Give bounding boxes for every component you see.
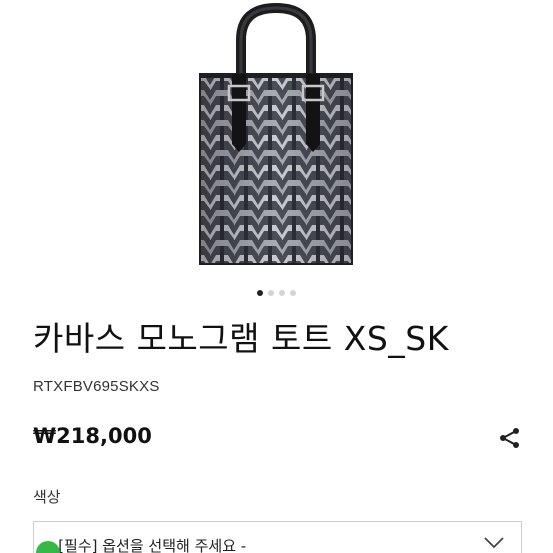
select-value: - [필수] 옵션을 선택해 주세요 - (48, 537, 247, 553)
product-sku: RTXFBV695SKXS (33, 378, 160, 395)
product-detail-page: 카바스 모노그램 토트 XS_SK RTXFBV695SKXS ₩218,000… (0, 0, 553, 553)
product-price: ₩218,000 (33, 424, 152, 448)
gallery-dot[interactable] (290, 290, 296, 296)
color-option-select[interactable]: - [필수] 옵션을 선택해 주세요 - (33, 521, 522, 553)
gallery-pagination (0, 290, 553, 296)
gallery-dot[interactable] (268, 290, 274, 296)
gallery-dot[interactable] (257, 290, 263, 296)
product-title: 카바스 모노그램 토트 XS_SK (33, 319, 449, 358)
chevron-down-icon (484, 537, 504, 549)
product-image-gallery[interactable] (0, 0, 553, 285)
share-icon[interactable] (498, 426, 522, 450)
color-option-label: 색상 (33, 488, 61, 506)
gallery-dot[interactable] (279, 290, 285, 296)
tote-bag-product-image[interactable] (186, 0, 366, 278)
